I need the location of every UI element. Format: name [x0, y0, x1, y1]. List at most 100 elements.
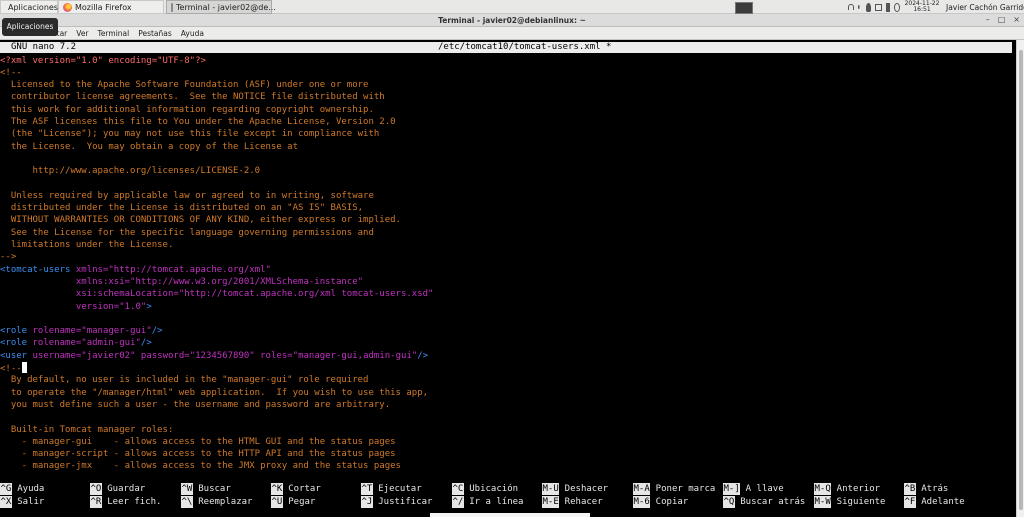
shortcut-item: ^B Atrás	[904, 483, 948, 495]
terminal-area[interactable]: GNU nano 7.2 /etc/tomcat10/tomcat-users.…	[0, 40, 1016, 517]
code-token: rolename=	[32, 338, 82, 349]
shortcut-label: Justificar	[372, 496, 433, 507]
editor-line[interactable]: xsi:schemaLocation="http://tomcat.apache…	[0, 288, 434, 300]
applications-label: Aplicaciones	[8, 2, 58, 12]
editor-line[interactable]: - manager-gui - allows access to the HTM…	[0, 436, 396, 448]
taskbar-firefox-button[interactable]: Mozilla Firefox	[58, 0, 164, 14]
shortcut-key: ^\	[181, 495, 193, 508]
editor-line[interactable]: Licensed to the Apache Software Foundati…	[0, 79, 369, 91]
editor-line[interactable]: contributor license agreements. See the …	[0, 91, 385, 103]
editor-line[interactable]: this work for additional information reg…	[0, 104, 374, 116]
shortcut-item: M-W Siguiente	[814, 495, 885, 508]
shortcut-item: ^C Ubicación	[452, 483, 518, 495]
shortcut-label: Guardar	[101, 484, 146, 494]
editor-line[interactable]: Built-in Tomcat manager roles:	[0, 424, 174, 436]
menu-terminal[interactable]: Terminal	[98, 29, 130, 38]
editor-line[interactable]: to operate the "/manager/html" web appli…	[0, 387, 428, 399]
code-token: <!--	[0, 67, 22, 78]
clock[interactable]: 2024-11-22 16:51	[904, 0, 940, 14]
shortcut-label: Reemplazar	[192, 496, 253, 507]
maximize-icon[interactable]: □	[998, 15, 1006, 26]
shortcut-label: Ir a línea	[463, 496, 524, 507]
shortcut-label: Ayuda	[11, 484, 45, 494]
shortcut-key: M-6	[633, 495, 651, 508]
workspace-icon[interactable]	[735, 1, 753, 14]
code-token: <?xml version="1.0" encoding="UTF-8"?>	[0, 55, 206, 66]
menu-ver[interactable]: Ver	[76, 29, 88, 38]
editor-line[interactable]: you must define such a user - the userna…	[0, 399, 390, 411]
taskbar-terminal-button[interactable]: Terminal - javier02@de...	[166, 0, 276, 14]
editor-line[interactable]: limitations under the License.	[0, 239, 174, 251]
editor-line[interactable]: http://www.apache.org/licenses/LICENSE-2…	[0, 165, 261, 177]
shortcut-key: ^T	[361, 483, 373, 495]
code-token: roles=	[260, 350, 293, 361]
power-icon[interactable]	[894, 2, 900, 12]
shortcut-label: Anterior	[831, 484, 881, 494]
shortcut-key: M-A	[633, 483, 651, 495]
shortcut-key: ^W	[181, 483, 193, 495]
volume-icon[interactable]	[857, 2, 862, 12]
minimize-icon[interactable]: –	[986, 15, 990, 26]
scrollbar[interactable]	[1016, 40, 1024, 517]
menu-ayuda[interactable]: Ayuda	[181, 29, 204, 38]
window-titlebar[interactable]: Terminal - javier02@debianlinux: ~ – □ ×	[0, 14, 1024, 27]
code-token: this work for additional information reg…	[0, 104, 374, 115]
shortcut-label: Rehacer	[559, 496, 603, 507]
code-token: WITHOUT WARRANTIES OR CONDITIONS OF ANY …	[0, 215, 401, 226]
firefox-icon	[63, 2, 72, 12]
device-icon[interactable]	[885, 2, 891, 12]
editor-line[interactable]: WITHOUT WARRANTIES OR CONDITIONS OF ANY …	[0, 214, 401, 226]
shortcut-key: ^/	[452, 495, 464, 508]
code-token: "1.0"	[119, 301, 147, 312]
editor-line[interactable]: See the License for the specific languag…	[0, 227, 374, 239]
battery-icon[interactable]	[874, 3, 882, 11]
workspace-switcher[interactable]	[735, 0, 753, 14]
shortcut-item: ^O Guardar	[90, 483, 145, 495]
shortcut-bar: ^G Ayuda ^X Salir ^O Guardar ^R Leer fich. ^…	[0, 483, 1016, 509]
network-icon[interactable]	[848, 4, 854, 10]
editor-line[interactable]: <!--	[0, 67, 22, 79]
editor-line[interactable]: By default, no user is included in the "…	[0, 374, 369, 386]
code-token: http://www.apache.org/licenses/LICENSE-2…	[0, 166, 261, 177]
shortcut-key: ^K	[271, 483, 283, 495]
editor-line[interactable]: the License. You may obtain a copy of th…	[0, 141, 298, 153]
editor-line[interactable]: -->	[0, 251, 16, 263]
code-token: rolename=	[32, 326, 82, 337]
editor-line[interactable]: - manager-script - allows access to the …	[0, 448, 396, 460]
editor-line[interactable]: Unless required by applicable law or agr…	[0, 190, 374, 202]
menu-pestanas[interactable]: Pestañas	[138, 29, 172, 38]
code-token: - manager-jmx - allows access to the JMX…	[0, 461, 401, 472]
shortcut-key: M-]	[723, 483, 741, 495]
taskbar-terminal-label: Terminal - javier02@de...	[176, 2, 276, 12]
notifications-icon[interactable]	[866, 2, 871, 12]
shortcut-item: M-A Poner marca	[633, 483, 715, 495]
editor-line[interactable]: The ASF licenses this file to You under …	[0, 116, 396, 128]
close-icon[interactable]: ×	[1013, 15, 1020, 26]
editor-line[interactable]: version="1.0">	[0, 301, 152, 313]
code-token: "manager-gui"	[81, 326, 152, 337]
editor-line[interactable]: <?xml version="1.0" encoding="UTF-8"?>	[0, 55, 206, 67]
code-token: - manager-gui - allows access to the HTM…	[0, 436, 396, 447]
shortcut-item: ^W Buscar	[181, 483, 231, 495]
editor-line[interactable]: - manager-jmx - allows access to the JMX…	[0, 460, 401, 472]
code-token: The ASF licenses this file to You under …	[0, 117, 396, 127]
shortcut-label: Cortar	[282, 484, 321, 494]
editor-line[interactable]: (the "License"); you may not use this fi…	[0, 128, 379, 140]
shortcut-item: ^F Adelante	[904, 495, 965, 508]
editor-line[interactable]: <tomcat-users xmlns="http://tomcat.apach…	[0, 264, 271, 276]
editor-line[interactable]: <role rolename="admin-gui"/>	[0, 337, 152, 349]
editor-line[interactable]: distributed under the License is distrib…	[0, 202, 363, 214]
code-token: password=	[140, 350, 190, 361]
applications-menu-button[interactable]: Aplicaciones	[0, 0, 58, 14]
editor-line[interactable]: xmlns:xsi="http://www.w3.org/2001/XMLSch…	[0, 276, 363, 288]
shortcut-item: M-] A llave	[723, 483, 784, 495]
user-menu[interactable]: Javier Cachón Garrido	[946, 0, 1024, 14]
editor-line[interactable]: <role rolename="manager-gui"/>	[0, 325, 163, 337]
editor-line[interactable]: <!--	[0, 362, 28, 374]
shortcut-item: ^X Salir	[0, 495, 44, 508]
editor-line[interactable]: <user username="javier02" password="1234…	[0, 350, 428, 362]
scrollbar-thumb[interactable]	[1019, 50, 1023, 510]
shortcut-key: ^F	[904, 495, 916, 508]
code-token: version=	[75, 301, 120, 312]
